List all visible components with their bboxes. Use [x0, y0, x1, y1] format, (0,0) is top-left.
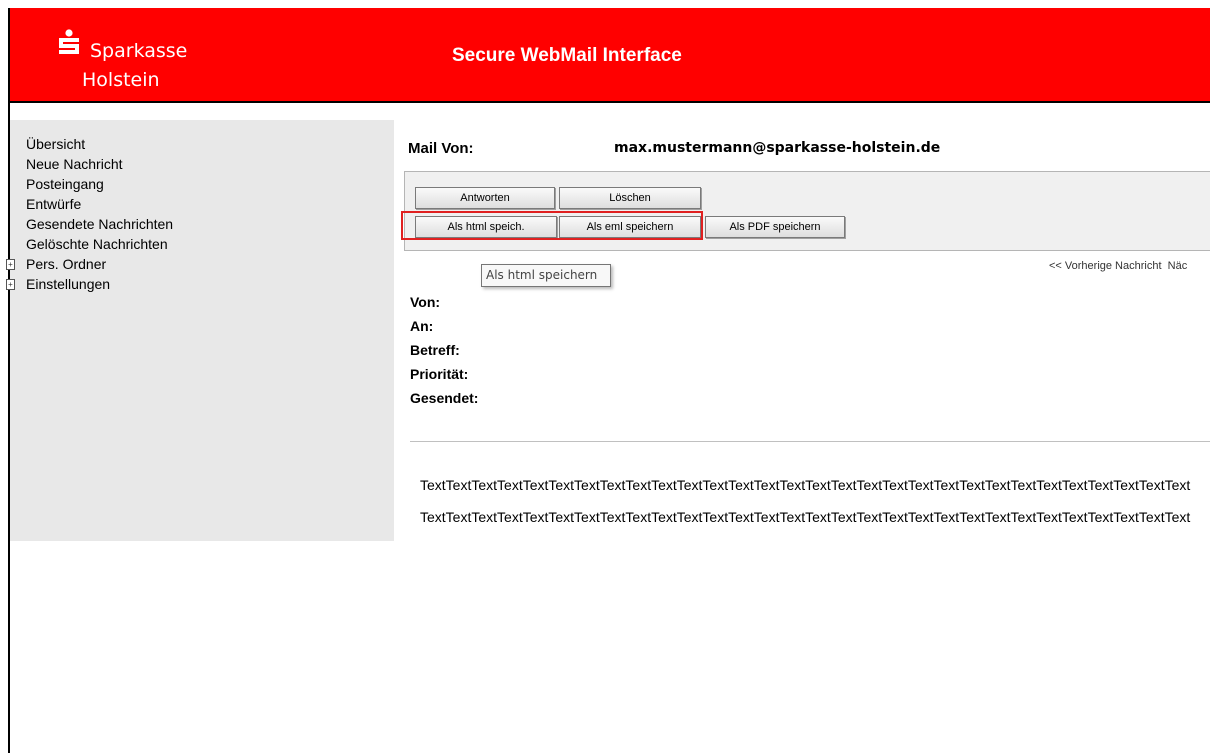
sidebar-item-label: Pers. Ordner: [26, 256, 107, 272]
brand-name-line1: Sparkasse: [90, 40, 188, 62]
sidebar-item-label: Neue Nachricht: [26, 156, 123, 172]
message-navigation: << Vorherige Nachricht Näc: [1049, 260, 1187, 272]
expand-icon[interactable]: +: [6, 279, 15, 290]
sidebar-item-label: Gesendete Nachrichten: [26, 216, 174, 232]
message-body-line: TextTextTextTextTextTextTextTextTextText…: [420, 509, 1191, 525]
field-sent-label: Gesendet:: [410, 390, 479, 406]
message-body-line: TextTextTextTextTextTextTextTextTextText…: [420, 477, 1191, 493]
sidebar-item-einstellungen[interactable]: + Einstellungen: [6, 274, 173, 294]
header-bar: Sparkasse Holstein Secure WebMail Interf…: [10, 8, 1210, 103]
reply-button[interactable]: Antworten: [415, 187, 555, 209]
mail-from-address: max.mustermann@sparkasse-holstein.de: [614, 140, 941, 156]
save-html-tooltip: Als html speichern: [481, 264, 611, 287]
sidebar-item-neue-nachricht[interactable]: Neue Nachricht: [10, 154, 173, 174]
sidebar-item-label: Entwürfe: [26, 196, 82, 212]
expand-icon[interactable]: +: [6, 259, 15, 270]
sidebar-item-label: Posteingang: [26, 176, 104, 192]
sparkasse-s-icon: [59, 29, 79, 54]
sidebar-item-label: Übersicht: [26, 136, 86, 152]
sidebar-item-posteingang[interactable]: Posteingang: [10, 174, 173, 194]
delete-button[interactable]: Löschen: [559, 187, 701, 209]
mail-from-label: Mail Von:: [408, 140, 474, 157]
message-header-fields: Von: An: Betreff: Priorität: Gesendet:: [410, 293, 478, 413]
field-from-label: Von:: [410, 294, 441, 310]
divider: [410, 441, 1210, 442]
field-subject-label: Betreff:: [410, 342, 460, 358]
save-pdf-button[interactable]: Als PDF speichern: [705, 216, 845, 238]
sidebar-item-geloeschte-nachrichten[interactable]: Gelöschte Nachrichten: [10, 234, 173, 254]
app-title: Secure WebMail Interface: [452, 45, 682, 66]
sidebar-nav: Übersicht Neue Nachricht Posteingang Ent…: [6, 134, 173, 294]
previous-message-link[interactable]: << Vorherige Nachricht: [1049, 260, 1162, 272]
sidebar-item-label: Einstellungen: [26, 276, 111, 292]
sidebar-item-pers-ordner[interactable]: + Pers. Ordner: [6, 254, 173, 274]
brand-name-line2: Holstein: [82, 69, 160, 91]
sidebar-item-gesendete-nachrichten[interactable]: Gesendete Nachrichten: [10, 214, 173, 234]
next-message-link[interactable]: Näc: [1168, 260, 1188, 272]
sidebar-item-label: Gelöschte Nachrichten: [26, 236, 168, 252]
message-body: TextTextTextTextTextTextTextTextTextText…: [420, 476, 1210, 540]
highlight-box: [401, 211, 703, 240]
field-priority-label: Priorität:: [410, 366, 469, 382]
field-to-label: An:: [410, 318, 434, 334]
sidebar-item-uebersicht[interactable]: Übersicht: [10, 134, 173, 154]
sidebar-item-entwuerfe[interactable]: Entwürfe: [10, 194, 173, 214]
sidebar: Übersicht Neue Nachricht Posteingang Ent…: [6, 120, 394, 541]
